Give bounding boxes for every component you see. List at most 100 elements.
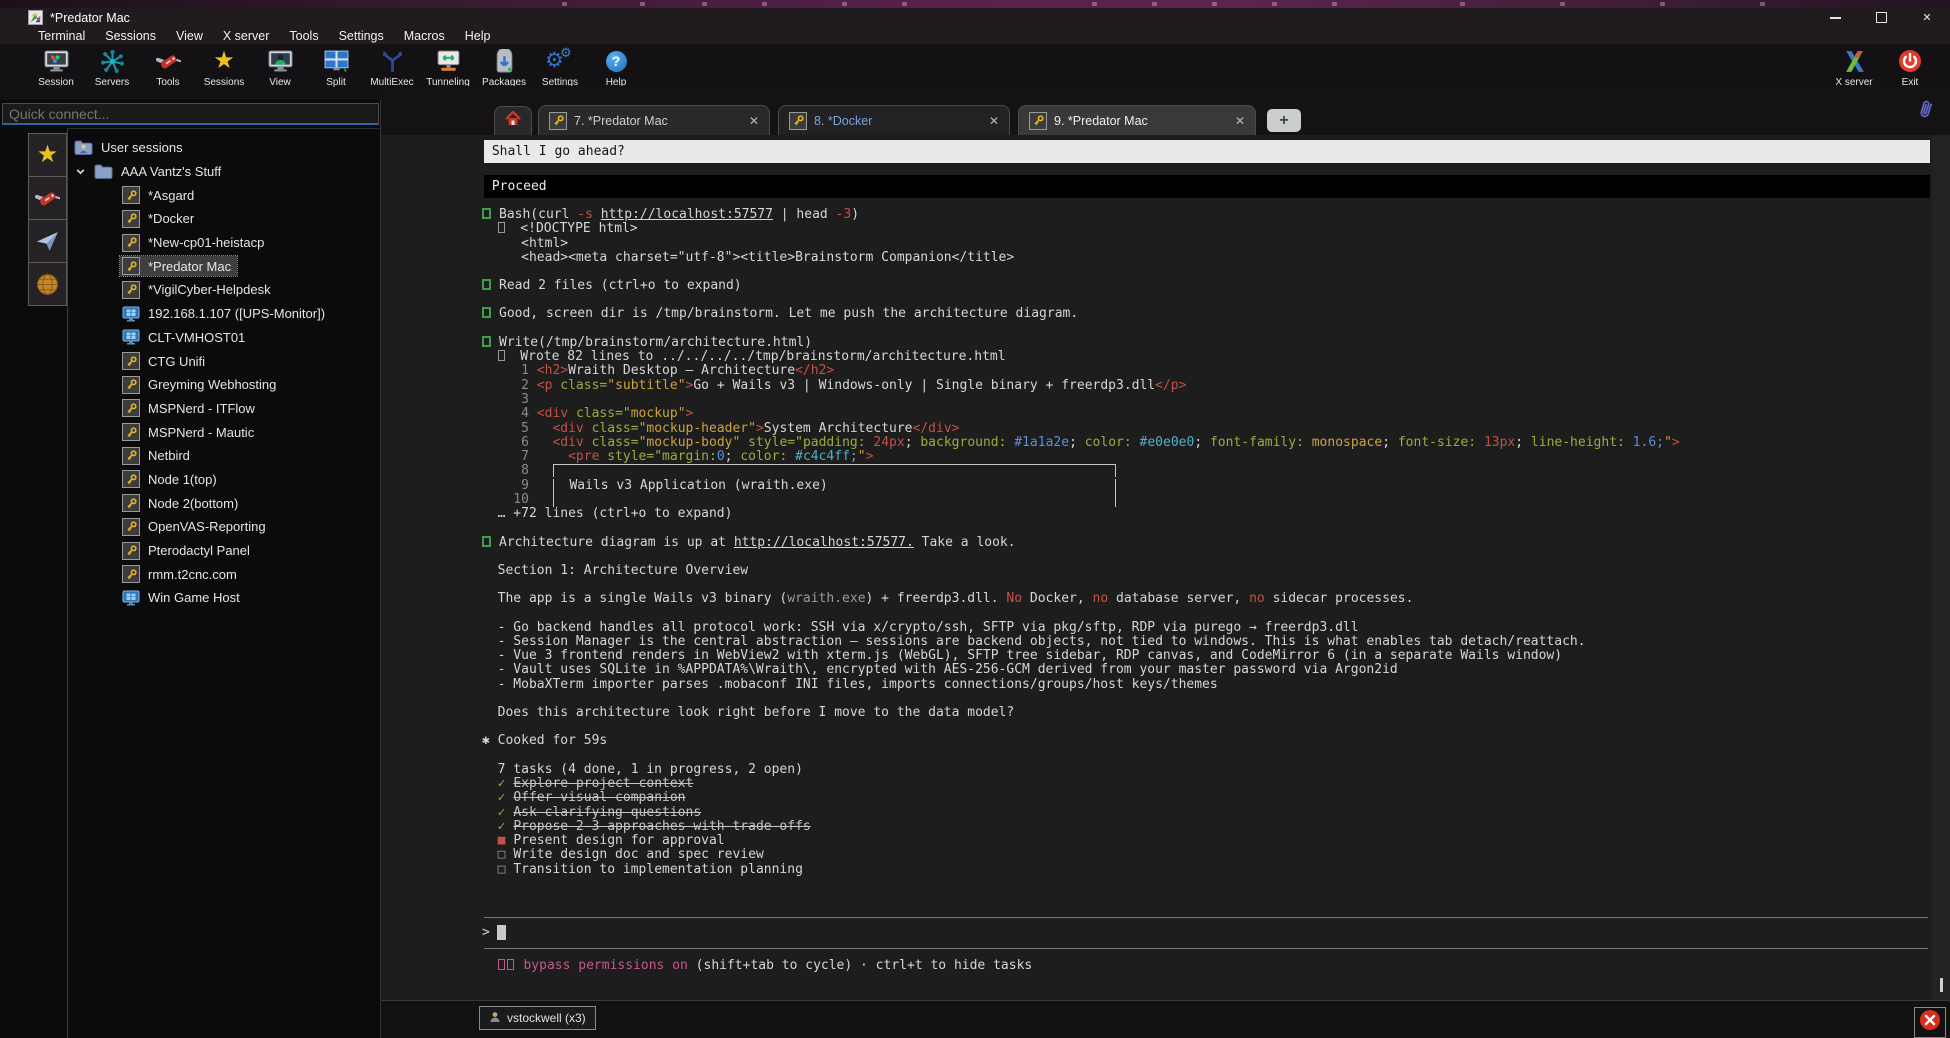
tree-item-netbird[interactable]: Netbird — [68, 444, 380, 468]
toolbar-view-button[interactable]: View — [252, 47, 308, 97]
swiss-knife-icon — [156, 47, 181, 75]
tree-item-new-cp01-heistacp[interactable]: *New-cp01-heistacp — [68, 231, 380, 255]
tab-home[interactable] — [494, 106, 532, 135]
tab-7-predator-mac[interactable]: 7. *Predator Mac ✕ — [538, 105, 770, 135]
tree-item-docker[interactable]: *Docker — [68, 207, 380, 231]
tab-label: 7. *Predator Mac — [574, 114, 668, 128]
key-icon — [122, 257, 140, 275]
tab-bar: 7. *Predator Mac✕8. *Docker✕9. *Predator… — [381, 86, 1950, 135]
terminal-line: 1 <h2>Wraith Desktop — Architecture</h2> — [482, 364, 1932, 378]
menu-item-help[interactable]: Help — [455, 29, 501, 43]
tree-item-openvas-reporting[interactable]: OpenVAS-Reporting — [68, 515, 380, 539]
tree-item-192-168-1-107-ups-monitor[interactable]: 192.168.1.107 ([UPS-Monitor]) — [68, 302, 380, 326]
toolbar-label: Split — [326, 77, 345, 88]
tunneling-arrows-icon — [435, 47, 462, 75]
tree-item-user-sessions[interactable]: User sessions — [68, 136, 380, 160]
menu-item-settings[interactable]: Settings — [329, 29, 394, 43]
background-strip-dot — [1152, 2, 1157, 6]
tab-close-icon[interactable]: ✕ — [739, 114, 759, 128]
toolbar-sessions-button[interactable]: ★Sessions — [196, 47, 252, 97]
session-tree: User sessionsAAA Vantz's Stuff*Asgard*Do… — [67, 128, 380, 1038]
tree-item-asgard[interactable]: *Asgard — [68, 183, 380, 207]
session-label: Greyming Webhosting — [148, 377, 276, 392]
chevron-down-icon[interactable] — [72, 166, 88, 177]
folder-icon — [94, 164, 113, 179]
rail-star-icon[interactable]: ★ — [28, 133, 67, 177]
quick-connect-input[interactable] — [2, 103, 379, 125]
terminal-line: 6 <div class="mockup-body" style="paddin… — [482, 436, 1932, 450]
toolbar-label: Servers — [95, 77, 129, 88]
terminal-line: Section 1: Architecture Overview — [482, 564, 1932, 578]
tab-8-docker[interactable]: 8. *Docker✕ — [778, 105, 1010, 135]
session-label: CLT-VMHOST01 — [148, 330, 245, 345]
toolbar-session-button[interactable]: Session — [28, 47, 84, 97]
terminal-scrollbar[interactable] — [1932, 135, 1950, 1000]
tab-close-icon[interactable]: ✕ — [979, 114, 999, 128]
tab-close-icon[interactable]: ✕ — [1225, 114, 1245, 128]
menu-item-view[interactable]: View — [166, 29, 213, 43]
toolbar-tools-button[interactable]: Tools — [140, 47, 196, 97]
toolbar-label: Tools — [156, 77, 179, 88]
session-label: Node 1(top) — [148, 472, 217, 487]
paperclip-attach-icon[interactable] — [1918, 98, 1934, 125]
background-strip-dot — [1760, 2, 1765, 6]
tree-item-pterodactyl-panel[interactable]: Pterodactyl Panel — [68, 539, 380, 563]
tree-item-vigilcyber-helpdesk[interactable]: *VigilCyber-Helpdesk — [68, 278, 380, 302]
terminate-button[interactable] — [1914, 1007, 1946, 1038]
tree-item-greyming-webhosting[interactable]: Greyming Webhosting — [68, 373, 380, 397]
session-label: Win Game Host — [148, 590, 240, 605]
scrollbar-thumb[interactable] — [1940, 978, 1943, 992]
dialog-option-proceed[interactable]: Proceed — [484, 175, 1930, 198]
monitor-icon — [122, 306, 140, 322]
terminal-link[interactable]: http://localhost:57577. — [734, 535, 914, 550]
background-strip-dot — [1212, 2, 1217, 6]
menu-item-tools[interactable]: Tools — [279, 29, 328, 43]
terminal-prompt[interactable]: > — [482, 918, 1932, 948]
help-circle-icon: ? — [606, 47, 627, 75]
packages-box-icon — [493, 47, 516, 75]
menu-item-x-server[interactable]: X server — [213, 29, 280, 43]
tree-item-clt-vmhost01[interactable]: CLT-VMHOST01 — [68, 326, 380, 350]
toolbar-split-button[interactable]: Split — [308, 47, 364, 97]
minimize-button[interactable] — [1812, 8, 1858, 27]
close-button[interactable]: ✕ — [1904, 8, 1950, 27]
tree-item-mspnerd-itflow[interactable]: MSPNerd - ITFlow — [68, 397, 380, 421]
key-icon — [789, 112, 807, 130]
terminal: Shall I go ahead? ProceedBash(curl -s ht… — [381, 135, 1932, 1000]
tree-item-win-game-host[interactable]: Win Game Host — [68, 586, 380, 610]
menu-item-macros[interactable]: Macros — [394, 29, 455, 43]
user-session-button[interactable]: vstockwell (x3) — [479, 1006, 596, 1030]
tree-item-node-2-bottom[interactable]: Node 2(bottom) — [68, 491, 380, 515]
session-label: *New-cp01-heistacp — [148, 235, 264, 250]
session-label: Pterodactyl Panel — [148, 543, 250, 558]
tree-item-rmm-t2cnc-com[interactable]: rmm.t2cnc.com — [68, 562, 380, 586]
terminal-line: ✓ Explore project context — [482, 777, 1932, 791]
menu-item-sessions[interactable]: Sessions — [95, 29, 166, 43]
monitor-icon — [122, 329, 140, 345]
terminal-blank-line — [381, 550, 1932, 564]
tab-9-predator-mac[interactable]: 9. *Predator Mac✕ — [1018, 105, 1256, 135]
sidebar: ★ User sessionsAAA Vantz's Stuff*Asgard*… — [0, 100, 381, 1038]
key-icon — [122, 281, 140, 299]
restore-button[interactable] — [1858, 8, 1904, 27]
red-close-icon — [1919, 1009, 1941, 1036]
menu-item-terminal[interactable]: Terminal — [28, 29, 95, 43]
rail-globe-icon[interactable] — [28, 263, 67, 306]
tree-item-predator-mac[interactable]: *Predator Mac — [68, 254, 380, 278]
tree-item-node-1-top[interactable]: Node 1(top) — [68, 468, 380, 492]
new-tab-button[interactable]: + — [1267, 109, 1301, 132]
terminal-line: Read 2 files (ctrl+o to expand) — [482, 279, 1932, 293]
tree-item-mspnerd-mautic[interactable]: MSPNerd - Mautic — [68, 420, 380, 444]
user-icon — [489, 1011, 501, 1026]
terminal-blank-line — [381, 749, 1932, 763]
rail-swiss-knife-icon[interactable] — [28, 177, 67, 220]
tree-item-ctg-unifi[interactable]: CTG Unifi — [68, 349, 380, 373]
background-strip-dot — [640, 2, 645, 6]
key-icon — [122, 542, 140, 560]
terminal-line: - MobaXTerm importer parses .mobaconf IN… — [482, 678, 1932, 692]
rail-paper-plane-icon[interactable] — [28, 220, 67, 263]
toolbar-servers-button[interactable]: Servers — [84, 47, 140, 97]
session-label: *VigilCyber-Helpdesk — [148, 282, 271, 297]
terminal-link[interactable]: http://localhost:57577 — [601, 207, 773, 222]
tree-item-aaa-vantz-s-stuff[interactable]: AAA Vantz's Stuff — [68, 160, 380, 184]
